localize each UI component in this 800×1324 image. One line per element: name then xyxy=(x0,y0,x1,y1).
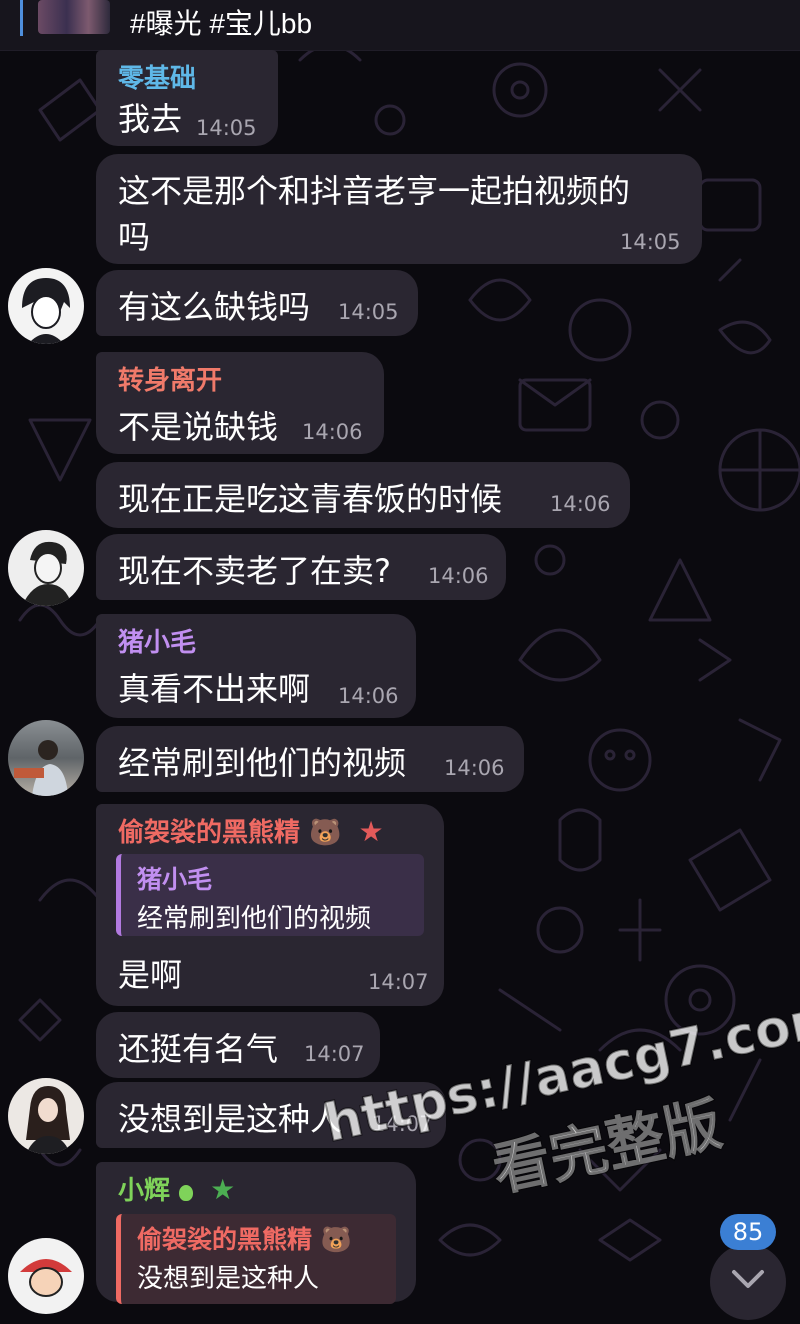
reply-sender: 偷袈裟的黑熊精 🐻 xyxy=(137,1220,352,1256)
apple-icon xyxy=(179,1185,194,1201)
message-time: 14:06 xyxy=(302,420,363,444)
sender-name: 偷袈裟的黑熊精 xyxy=(118,818,301,848)
reply-sender: 猪小毛 xyxy=(137,865,213,894)
star-icon: ★ xyxy=(210,1173,236,1206)
anime-boy-avatar[interactable] xyxy=(8,268,84,344)
message-text-line2: 吗 xyxy=(118,218,151,256)
reply-text: 没想到是这种人 xyxy=(137,1264,320,1294)
star-icon: ★ xyxy=(358,815,384,848)
photo-man-avatar[interactable] xyxy=(8,720,84,796)
message-text: 现在正是吃这青春饭的时候 xyxy=(118,480,503,518)
message-bubble[interactable]: 这不是那个和抖音老亨一起拍视频的 吗 14:05 xyxy=(96,154,702,264)
message-time: 14:06 xyxy=(550,492,611,516)
message-time: 14:06 xyxy=(428,564,489,588)
message-text: 我去 xyxy=(118,100,183,138)
message-time: 14:06 xyxy=(444,756,505,780)
cartoon-boy-avatar[interactable] xyxy=(8,1238,84,1314)
message-bubble[interactable]: 零基础 我去 14:05 xyxy=(96,50,278,146)
message-text: 有这么缺钱吗 xyxy=(118,288,311,326)
message-bubble-with-reply[interactable]: 小辉 ★ 偷袈裟的黑熊精 🐻 没想到是这种人 xyxy=(96,1162,416,1304)
message-bubble[interactable]: 经常刷到他们的视频 14:06 xyxy=(96,726,524,792)
message-bubble[interactable]: 现在不卖老了在卖? 14:06 xyxy=(96,534,506,600)
pinned-thumbnail xyxy=(38,0,110,34)
pinned-title: #曝光 #宝儿bb xyxy=(130,8,313,39)
unread-count-badge: 85 xyxy=(720,1214,776,1250)
message-time: 14:05 xyxy=(620,230,681,254)
reply-preview[interactable]: 偷袈裟的黑熊精 🐻 没想到是这种人 xyxy=(116,1214,396,1304)
message-bubble[interactable]: 转身离开 不是说缺钱 14:06 xyxy=(96,352,384,454)
sketch-man-avatar[interactable] xyxy=(8,530,84,606)
message-text: 还挺有名气 xyxy=(118,1030,279,1068)
girl-photo-avatar[interactable] xyxy=(8,1078,84,1154)
message-bubble[interactable]: 现在正是吃这青春饭的时候 14:06 xyxy=(96,462,630,528)
message-time: 14:07 xyxy=(368,970,429,994)
message-bubble[interactable]: 猪小毛 真看不出来啊 14:06 xyxy=(96,614,416,718)
bear-emoji-icon: 🐻 xyxy=(320,1225,352,1254)
message-text: 不是说缺钱 xyxy=(118,408,279,446)
message-bubble-with-reply[interactable]: 偷袈裟的黑熊精 🐻 ★ 猪小毛 经常刷到他们的视频 是啊 14:07 xyxy=(96,804,444,1006)
message-text: 是啊 xyxy=(118,956,183,994)
message-sender[interactable]: 转身离开 xyxy=(118,360,222,397)
pinned-message-bar[interactable]: #曝光 #宝儿bb xyxy=(0,0,800,51)
message-text: 没想到是这种人 xyxy=(118,1100,343,1138)
message-time: 14:05 xyxy=(338,300,399,324)
message-sender[interactable]: 猪小毛 xyxy=(118,622,196,659)
reply-preview[interactable]: 猪小毛 经常刷到他们的视频 xyxy=(116,854,424,936)
reply-text: 经常刷到他们的视频 xyxy=(137,904,372,934)
message-text: 经常刷到他们的视频 xyxy=(118,744,407,782)
chevron-down-icon xyxy=(732,1270,764,1288)
message-bubble[interactable]: 还挺有名气 14:07 xyxy=(96,1012,380,1078)
message-bubble[interactable]: 有这么缺钱吗 14:05 xyxy=(96,270,418,336)
scroll-to-bottom-button[interactable] xyxy=(710,1244,786,1320)
message-time: 14:07 xyxy=(304,1042,365,1066)
message-sender[interactable]: 零基础 xyxy=(118,58,196,95)
bear-emoji-icon: 🐻 xyxy=(309,818,342,848)
message-sender[interactable]: 偷袈裟的黑熊精 🐻 ★ xyxy=(118,812,384,849)
message-time: 14:06 xyxy=(338,684,399,708)
pinned-indicator xyxy=(20,0,23,36)
message-text: 现在不卖老了在卖? xyxy=(118,552,391,590)
message-sender[interactable]: 小辉 ★ xyxy=(118,1170,235,1207)
message-text: 真看不出来啊 xyxy=(118,670,311,708)
reply-sender-name: 偷袈裟的黑熊精 xyxy=(137,1225,313,1254)
sender-name: 小辉 xyxy=(118,1176,171,1206)
message-text-line1: 这不是那个和抖音老亨一起拍视频的 xyxy=(118,172,631,210)
message-time: 14:05 xyxy=(196,116,257,140)
